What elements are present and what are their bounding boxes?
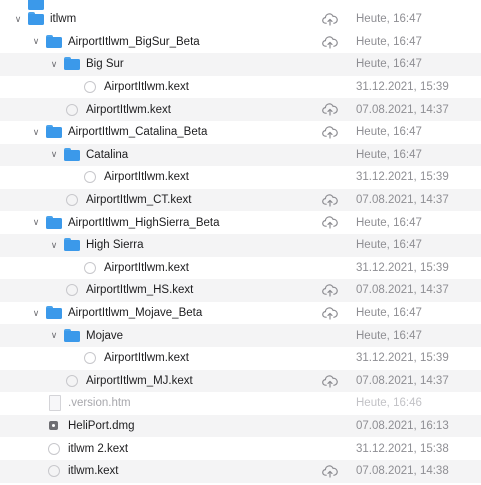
disclosure-chevron-icon[interactable]: ∨ [48, 329, 60, 343]
date-modified: Heute, 16:47 [356, 148, 422, 161]
kext-icon [45, 441, 63, 457]
cloud-upload-icon[interactable] [322, 12, 338, 26]
date-modified: 31.12.2021, 15:39 [356, 261, 449, 274]
date-modified: Heute, 16:47 [356, 239, 422, 252]
folder-icon [63, 147, 81, 163]
file-row[interactable]: AirportItlwm.kext 31.12.2021, 15:39 [0, 76, 481, 99]
file-row[interactable]: AirportItlwm_HS.kext 07.08.2021, 14:37 [0, 279, 481, 302]
file-row[interactable]: itlwm.kext 07.08.2021, 14:38 [0, 460, 481, 483]
folder-icon [63, 237, 81, 253]
cloud-upload-icon[interactable] [322, 35, 338, 49]
kext-icon [63, 282, 81, 298]
file-row[interactable]: AirportItlwm.kext 31.12.2021, 15:39 [0, 347, 481, 370]
file-row[interactable]: AirportItlwm.kext 31.12.2021, 15:39 [0, 257, 481, 280]
folder-icon [45, 305, 63, 321]
kext-icon [63, 192, 81, 208]
folder-icon [63, 328, 81, 344]
date-modified: Heute, 16:47 [356, 126, 422, 139]
date-modified: Heute, 16:47 [356, 35, 422, 48]
folder-row[interactable]: ∨ AirportItlwm_Catalina_Beta Heute, 16:47 [0, 121, 481, 144]
cloud-upload-icon[interactable] [322, 306, 338, 320]
date-modified: 07.08.2021, 14:38 [356, 465, 449, 478]
folder-row[interactable]: ∨ Big Sur Heute, 16:47 [0, 53, 481, 76]
date-modified: 31.12.2021, 15:39 [356, 171, 449, 184]
date-modified: 07.08.2021, 14:37 [356, 103, 449, 116]
folder-row[interactable]: ∨ Catalina Heute, 16:47 [0, 143, 481, 167]
date-modified: Heute, 16:47 [356, 329, 422, 342]
folder-row[interactable]: ∨ AirportItlwm_BigSur_Beta Heute, 16:47 [0, 31, 481, 54]
folder-row[interactable] [0, 0, 481, 10]
cloud-upload-icon[interactable] [322, 283, 338, 297]
folder-row[interactable]: ∨ AirportItlwm_HighSierra_Beta Heute, 16:4… [0, 211, 481, 234]
doc-icon [45, 395, 63, 412]
cloud-upload-icon[interactable] [322, 464, 338, 478]
date-modified: 07.08.2021, 16:13 [356, 420, 449, 433]
date-modified: Heute, 16:47 [356, 307, 422, 320]
date-modified: 07.08.2021, 14:37 [356, 374, 449, 387]
date-modified: Heute, 16:47 [356, 58, 422, 71]
kext-icon [63, 373, 81, 389]
folder-row[interactable]: ∨ Mojave Heute, 16:47 [0, 324, 481, 347]
dmg-icon [45, 418, 63, 434]
cloud-upload-icon[interactable] [322, 215, 338, 229]
disclosure-chevron-icon[interactable]: ∨ [30, 125, 42, 139]
cloud-upload-icon[interactable] [322, 125, 338, 139]
disclosure-chevron-icon[interactable]: ∨ [30, 306, 42, 320]
cloud-upload-icon[interactable] [322, 374, 338, 388]
file-row[interactable]: .version.htm Heute, 16:46 [0, 392, 481, 415]
folder-row[interactable]: ∨ itlwm Heute, 16:47 [0, 8, 481, 31]
file-row[interactable]: HeliPort.dmg 07.08.2021, 16:13 [0, 414, 481, 438]
date-modified: Heute, 16:47 [356, 13, 422, 26]
disclosure-chevron-icon[interactable]: ∨ [48, 57, 60, 71]
file-row[interactable]: AirportItlwm_MJ.kext 07.08.2021, 14:37 [0, 369, 481, 393]
cloud-upload-icon[interactable] [322, 102, 338, 116]
kext-icon [81, 79, 99, 95]
disclosure-chevron-icon[interactable]: ∨ [30, 35, 42, 49]
folder-icon [45, 34, 63, 50]
date-modified: Heute, 16:47 [356, 216, 422, 229]
date-modified: Heute, 16:46 [356, 397, 422, 410]
file-row[interactable]: itlwm 2.kext 31.12.2021, 15:38 [0, 437, 481, 460]
cloud-upload-icon[interactable] [322, 193, 338, 207]
disclosure-chevron-icon[interactable]: ∨ [30, 216, 42, 230]
kext-icon [81, 260, 99, 276]
date-modified: 31.12.2021, 15:39 [356, 352, 449, 365]
date-modified: 07.08.2021, 14:37 [356, 194, 449, 207]
file-row[interactable]: AirportItlwm.kext 07.08.2021, 14:37 [0, 98, 481, 121]
date-modified: 31.12.2021, 15:39 [356, 81, 449, 94]
folder-icon [63, 56, 81, 72]
disclosure-chevron-icon[interactable]: ∨ [48, 238, 60, 252]
date-modified: 07.08.2021, 14:37 [356, 284, 449, 297]
kext-icon [81, 350, 99, 366]
disclosure-chevron-icon[interactable]: ∨ [12, 12, 24, 26]
kext-icon [63, 102, 81, 118]
kext-icon [45, 463, 63, 479]
folder-row[interactable]: ∨ High Sierra Heute, 16:47 [0, 234, 481, 257]
file-row[interactable]: AirportItlwm_CT.kext 07.08.2021, 14:37 [0, 188, 481, 212]
folder-icon [45, 124, 63, 140]
folder-row[interactable]: ∨ AirportItlwm_Mojave_Beta Heute, 16:47 [0, 302, 481, 325]
file-row[interactable]: AirportItlwm.kext 31.12.2021, 15:39 [0, 166, 481, 189]
folder-icon [27, 11, 45, 27]
folder-icon [45, 215, 63, 231]
date-modified: 31.12.2021, 15:38 [356, 442, 449, 455]
kext-icon [81, 169, 99, 185]
disclosure-chevron-icon[interactable]: ∨ [48, 148, 60, 162]
file-list: ∨ itlwm Heute, 16:47 ∨ AirportItlwm_BigSur_B… [0, 0, 481, 485]
